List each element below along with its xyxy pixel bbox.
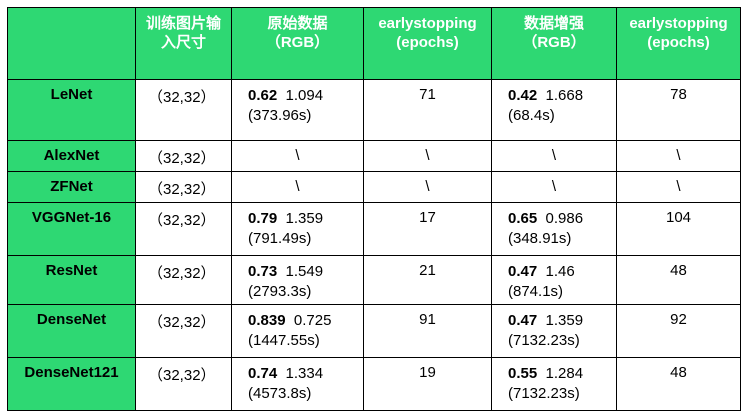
- raw-epochs: 21: [363, 255, 492, 305]
- input-size: （32,32）: [135, 171, 232, 203]
- header-line: （RGB）: [265, 34, 330, 51]
- aug-time: (68.4s): [508, 107, 555, 124]
- aug-epochs: 104: [616, 202, 741, 256]
- header-line: (epochs): [647, 34, 710, 51]
- aug-loss: 0.986: [545, 210, 584, 227]
- model-name: DenseNet: [7, 304, 136, 358]
- raw-time: (1447.55s): [248, 332, 320, 349]
- raw-epochs: \: [363, 171, 492, 203]
- raw-result: \: [231, 140, 364, 172]
- model-name: ResNet: [7, 255, 136, 305]
- input-size: （32,32）: [135, 140, 232, 172]
- aug-result: 0.47 1.359 (7132.23s): [491, 304, 617, 358]
- raw-result: 0.73 1.549 (2793.3s): [231, 255, 364, 305]
- raw-result: 0.62 1.094 (373.96s): [231, 79, 364, 141]
- header-row: 训练图片输入尺寸 原始数据 （RGB） earlystopping (epochs)…: [7, 7, 741, 80]
- aug-time: (874.1s): [508, 283, 564, 300]
- model-name: VGGNet-16: [7, 202, 136, 256]
- input-size: （32,32）: [135, 202, 232, 256]
- header-cell-raw-data: 原始数据 （RGB）: [231, 7, 364, 80]
- aug-epochs: \: [616, 140, 741, 172]
- raw-result: 0.74 1.334 (4573.8s): [231, 357, 364, 411]
- table-row: DenseNet （32,32） 0.839 0.725 (1447.55s) 9…: [7, 304, 741, 358]
- table-row: ResNet （32,32） 0.73 1.549 (2793.3s) 21 0.…: [7, 255, 741, 305]
- header-line: earlystopping: [378, 15, 477, 32]
- header-cell-aug-epochs: earlystopping (epochs): [616, 7, 741, 80]
- aug-epochs: 48: [616, 357, 741, 411]
- raw-accuracy: 0.73: [248, 263, 278, 280]
- raw-time: (2793.3s): [248, 283, 312, 300]
- aug-accuracy: 0.55: [508, 365, 538, 382]
- model-name: ZFNet: [7, 171, 136, 203]
- aug-time: (348.91s): [508, 230, 572, 247]
- aug-epochs: 78: [616, 79, 741, 141]
- aug-result: 0.42 1.668 (68.4s): [491, 79, 617, 141]
- raw-loss: 1.549: [285, 263, 324, 280]
- input-size: （32,32）: [135, 79, 232, 141]
- aug-epochs: 48: [616, 255, 741, 305]
- aug-result: 0.47 1.46 (874.1s): [491, 255, 617, 305]
- aug-epochs: \: [616, 171, 741, 203]
- raw-time: (791.49s): [248, 230, 312, 247]
- raw-loss: 1.094: [285, 87, 324, 104]
- raw-epochs: \: [363, 140, 492, 172]
- header-cell-model: [7, 7, 136, 80]
- header-line: 原始数据: [267, 15, 328, 32]
- aug-loss: 1.359: [545, 312, 584, 329]
- model-name: DenseNet121: [7, 357, 136, 411]
- raw-accuracy: 0.839: [248, 312, 286, 329]
- raw-epochs: 91: [363, 304, 492, 358]
- aug-result: \: [491, 140, 617, 172]
- header-line: （RGB）: [522, 34, 586, 51]
- raw-result: 0.79 1.359 (791.49s): [231, 202, 364, 256]
- raw-epochs: 71: [363, 79, 492, 141]
- model-name: LeNet: [7, 79, 136, 141]
- raw-accuracy: 0.74: [248, 365, 278, 382]
- raw-loss: 0.725: [293, 312, 332, 329]
- aug-result: 0.55 1.284 (7132.23s): [491, 357, 617, 411]
- table-row: ZFNet （32,32） \ \ \ \: [7, 171, 741, 203]
- aug-loss: 1.668: [545, 87, 584, 104]
- header-line: 训练图片输: [145, 15, 221, 32]
- header-line: earlystopping: [629, 15, 728, 32]
- aug-epochs: 92: [616, 304, 741, 358]
- raw-result: \: [231, 171, 364, 203]
- raw-epochs: 19: [363, 357, 492, 411]
- raw-time: (373.96s): [248, 107, 312, 124]
- input-size: （32,32）: [135, 357, 232, 411]
- raw-result: 0.839 0.725 (1447.55s): [231, 304, 364, 358]
- aug-result: \: [491, 171, 617, 203]
- raw-loss: 1.334: [285, 365, 324, 382]
- raw-accuracy: 0.62: [248, 87, 278, 104]
- aug-accuracy: 0.47: [508, 263, 538, 280]
- input-size: （32,32）: [135, 304, 232, 358]
- aug-accuracy: 0.42: [508, 87, 538, 104]
- aug-accuracy: 0.47: [508, 312, 538, 329]
- aug-loss: 1.46: [545, 263, 575, 280]
- aug-time: (7132.23s): [508, 385, 580, 402]
- header-line: 入尺寸: [160, 34, 206, 51]
- aug-accuracy: 0.65: [508, 210, 538, 227]
- raw-time: (4573.8s): [248, 385, 312, 402]
- raw-loss: 1.359: [285, 210, 324, 227]
- header-cell-raw-epochs: earlystopping (epochs): [363, 7, 492, 80]
- aug-result: 0.65 0.986 (348.91s): [491, 202, 617, 256]
- aug-loss: 1.284: [545, 365, 584, 382]
- table-row: VGGNet-16 （32,32） 0.79 1.359 (791.49s) 17…: [7, 202, 741, 256]
- aug-time: (7132.23s): [508, 332, 580, 349]
- header-cell-aug-data: 数据增强 （RGB）: [491, 7, 617, 80]
- model-name: AlexNet: [7, 140, 136, 172]
- header-cell-input-size: 训练图片输 入尺寸: [135, 7, 232, 80]
- raw-epochs: 17: [363, 202, 492, 256]
- table-row: LeNet （32,32） 0.62 1.094 (373.96s) 71 0.4…: [7, 79, 741, 141]
- table-row: DenseNet121 （32,32） 0.74 1.334 (4573.8s) …: [7, 357, 741, 411]
- results-table: 训练图片输入尺寸 原始数据 （RGB） earlystopping (epochs)…: [7, 7, 741, 411]
- input-size: （32,32）: [135, 255, 232, 305]
- header-line: 数据增强: [523, 15, 584, 32]
- table-row: AlexNet （32,32） \ \ \ \: [7, 140, 741, 172]
- header-line: (epochs): [396, 34, 459, 51]
- raw-accuracy: 0.79: [248, 210, 278, 227]
